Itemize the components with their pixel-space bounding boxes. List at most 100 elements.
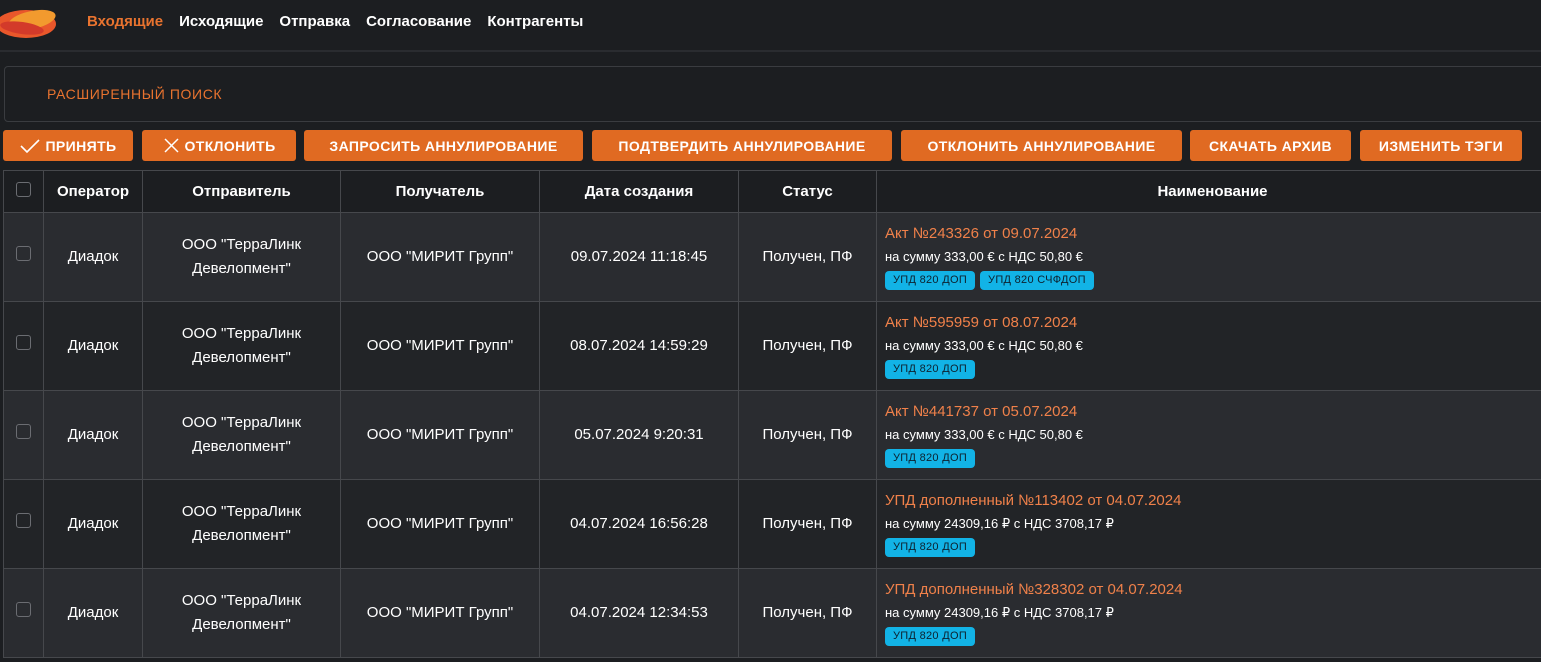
sender-cell: ООО "ТерраЛинк Девелопмент": [142, 301, 341, 391]
recipient-cell: ООО "МИРИТ Групп": [340, 212, 540, 302]
created-date-cell: 08.07.2024 14:59:29: [539, 301, 739, 391]
advanced-search-panel[interactable]: РАСШИРЕННЫЙ ПОИСК: [4, 66, 1541, 122]
accept-button-label: ПРИНЯТЬ: [45, 137, 117, 154]
status-cell: Получен, ПФ: [738, 568, 877, 658]
sender-name-line2: Девелопмент": [192, 616, 291, 633]
top-divider: [0, 50, 1541, 52]
row-select-cell: [3, 212, 44, 302]
row-checkbox[interactable]: [16, 424, 31, 439]
nav-outgoing[interactable]: Исходящие: [179, 12, 263, 32]
sender-cell: ООО "ТерраЛинк Девелопмент": [142, 390, 341, 480]
row-checkbox[interactable]: [16, 513, 31, 528]
row-checkbox[interactable]: [16, 602, 31, 617]
document-sum: на сумму 333,00 € с НДС 50,80 €: [885, 338, 1083, 353]
select-all-checkbox[interactable]: [16, 182, 31, 197]
nav-send[interactable]: Отправка: [279, 12, 350, 32]
document-name-cell: УПД дополненный №113402 от 04.07.2024 на…: [876, 479, 1541, 569]
document-tag[interactable]: УПД 820 ДОП: [885, 449, 976, 468]
column-header-recipient[interactable]: Получатель: [340, 170, 540, 213]
column-header-created[interactable]: Дата создания: [539, 170, 739, 213]
operator-cell: Диадок: [43, 568, 143, 658]
row-select-cell: [3, 568, 44, 658]
recipient-cell: ООО "МИРИТ Групп": [340, 568, 540, 658]
created-date-cell: 04.07.2024 12:34:53: [539, 568, 739, 658]
document-title-link[interactable]: Акт №441737 от 05.07.2024: [885, 402, 1541, 422]
sender-name-line1: ООО "ТерраЛинк: [181, 592, 302, 609]
confirm-cancellation-button[interactable]: ПОДТВЕРДИТЬ АННУЛИРОВАНИЕ: [592, 130, 892, 161]
created-date-cell: 04.07.2024 16:56:28: [539, 479, 739, 569]
document-title-link[interactable]: Акт №595959 от 08.07.2024: [885, 313, 1541, 333]
document-name-cell: УПД дополненный №328302 от 04.07.2024 на…: [876, 568, 1541, 658]
status-cell: Получен, ПФ: [738, 212, 877, 302]
document-name-cell: Акт №595959 от 08.07.2024 на сумму 333,0…: [876, 301, 1541, 391]
reject-button-label: ОТКЛОНИТЬ: [184, 137, 276, 154]
table-row[interactable]: Диадок ООО "ТерраЛинк Девелопмент" ООО "…: [3, 479, 1541, 569]
nav-counterparties[interactable]: Контрагенты: [487, 12, 583, 32]
document-tag[interactable]: УПД 820 ДОП: [885, 271, 976, 290]
document-title-link[interactable]: УПД дополненный №328302 от 04.07.2024: [885, 580, 1541, 600]
operator-cell: Диадок: [43, 390, 143, 480]
reject-button[interactable]: ОТКЛОНИТЬ: [142, 130, 296, 161]
main-nav: Входящие Исходящие Отправка Согласование…: [87, 12, 583, 32]
recipient-cell: ООО "МИРИТ Групп": [340, 390, 540, 480]
table-row[interactable]: Диадок ООО "ТерраЛинк Девелопмент" ООО "…: [3, 212, 1541, 302]
nav-approval[interactable]: Согласование: [366, 12, 471, 32]
sender-name-line1: ООО "ТерраЛинк: [181, 414, 302, 431]
created-date-cell: 09.07.2024 11:18:45: [539, 212, 739, 302]
change-tags-button[interactable]: ИЗМЕНИТЬ ТЭГИ: [1360, 130, 1522, 161]
row-select-cell: [3, 301, 44, 391]
document-title-link[interactable]: Акт №243326 от 09.07.2024: [885, 224, 1541, 244]
document-tags: УПД 820 ДОП: [885, 449, 1541, 468]
nav-incoming[interactable]: Входящие: [87, 12, 163, 32]
table-row[interactable]: Диадок ООО "ТерраЛинк Девелопмент" ООО "…: [3, 568, 1541, 658]
brand-logo[interactable]: [0, 2, 64, 44]
status-cell: Получен, ПФ: [738, 479, 877, 569]
status-cell: Получен, ПФ: [738, 301, 877, 391]
download-archive-button[interactable]: СКАЧАТЬ АРХИВ: [1190, 130, 1351, 161]
operator-cell: Диадок: [43, 479, 143, 569]
advanced-search-label[interactable]: РАСШИРЕННЫЙ ПОИСК: [47, 86, 222, 102]
document-tag[interactable]: УПД 820 ДОП: [885, 627, 976, 646]
created-date-cell: 05.07.2024 9:20:31: [539, 390, 739, 480]
document-tag[interactable]: УПД 820 ДОП: [885, 538, 976, 557]
document-sum: на сумму 24309,16 ₽ с НДС 3708,17 ₽: [885, 516, 1114, 531]
sender-cell: ООО "ТерраЛинк Девелопмент": [142, 568, 341, 658]
document-sum: на сумму 24309,16 ₽ с НДС 3708,17 ₽: [885, 605, 1114, 620]
document-sum: на сумму 333,00 € с НДС 50,80 €: [885, 427, 1083, 442]
column-header-operator[interactable]: Оператор: [43, 170, 143, 213]
column-header-name[interactable]: Наименование: [876, 170, 1541, 213]
document-tags: УПД 820 ДОП: [885, 538, 1541, 557]
column-header-sender[interactable]: Отправитель: [142, 170, 341, 213]
row-checkbox[interactable]: [16, 335, 31, 350]
sender-name-line1: ООО "ТерраЛинк: [181, 325, 302, 342]
top-bar: Входящие Исходящие Отправка Согласование…: [0, 0, 1541, 50]
sender-name-line2: Девелопмент": [192, 438, 291, 455]
recipient-cell: ООО "МИРИТ Групп": [340, 479, 540, 569]
document-name-cell: Акт №243326 от 09.07.2024 на сумму 333,0…: [876, 212, 1541, 302]
operator-cell: Диадок: [43, 301, 143, 391]
request-cancellation-button[interactable]: ЗАПРОСИТЬ АННУЛИРОВАНИЕ: [304, 130, 583, 161]
sender-name-line2: Девелопмент": [192, 527, 291, 544]
table-row[interactable]: Диадок ООО "ТерраЛинк Девелопмент" ООО "…: [3, 390, 1541, 480]
document-title-link[interactable]: УПД дополненный №113402 от 04.07.2024: [885, 491, 1541, 511]
sender-name-line2: Девелопмент": [192, 260, 291, 277]
document-tag[interactable]: УПД 820 ДОП: [885, 360, 976, 379]
check-icon: [19, 138, 41, 154]
table-header-row: Оператор Отправитель Получатель Дата соз…: [3, 170, 1541, 213]
document-tag[interactable]: УПД 820 СЧФДОП: [980, 271, 1094, 290]
column-header-status[interactable]: Статус: [738, 170, 877, 213]
status-cell: Получен, ПФ: [738, 390, 877, 480]
document-tags: УПД 820 ДОП: [885, 360, 1541, 379]
sender-name-line2: Девелопмент": [192, 349, 291, 366]
row-checkbox[interactable]: [16, 246, 31, 261]
document-tags: УПД 820 ДОП: [885, 627, 1541, 646]
row-select-cell: [3, 479, 44, 569]
reject-cancellation-button[interactable]: ОТКЛОНИТЬ АННУЛИРОВАНИЕ: [901, 130, 1182, 161]
accept-button[interactable]: ПРИНЯТЬ: [3, 130, 133, 161]
document-tags: УПД 820 ДОП УПД 820 СЧФДОП: [885, 271, 1541, 290]
row-select-cell: [3, 390, 44, 480]
documents-table: Оператор Отправитель Получатель Дата соз…: [3, 170, 1541, 658]
sender-name-line1: ООО "ТерраЛинк: [181, 503, 302, 520]
document-name-cell: Акт №441737 от 05.07.2024 на сумму 333,0…: [876, 390, 1541, 480]
table-row[interactable]: Диадок ООО "ТерраЛинк Девелопмент" ООО "…: [3, 301, 1541, 391]
